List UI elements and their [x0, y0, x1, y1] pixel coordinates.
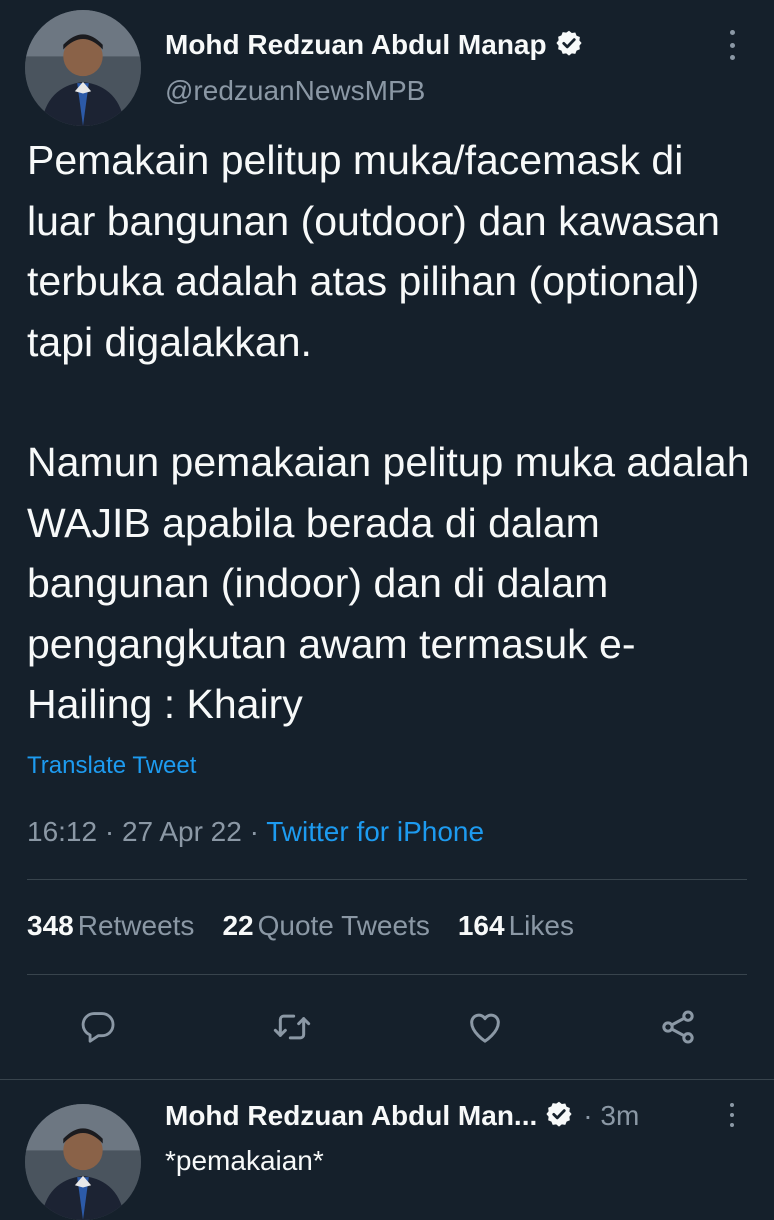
- quotes-count: 22: [222, 910, 254, 941]
- reply-icon[interactable]: [73, 1002, 123, 1052]
- verified-badge-icon: [545, 1100, 573, 1133]
- tweet-timestamp[interactable]: 16:12 · 27 Apr 22 ·: [27, 816, 266, 847]
- retweets-label: Retweets: [77, 910, 195, 941]
- retweets-count: 348: [27, 910, 74, 941]
- quotes-stat[interactable]: 22 Quote Tweets: [222, 910, 429, 942]
- more-vertical-icon[interactable]: [722, 1103, 742, 1127]
- verified-badge-icon: [555, 29, 583, 62]
- action-bar: [0, 1002, 774, 1052]
- tweet-stats: 348 Retweets 22 Quote Tweets 164 Likes: [27, 910, 602, 942]
- tweet-paragraph: Pemakain pelitup muka/facemask di luar b…: [27, 137, 720, 365]
- likes-stat[interactable]: 164 Likes: [458, 910, 574, 942]
- reply-header: Mohd Redzuan Abdul Man... · 3m: [165, 1098, 639, 1134]
- retweet-icon[interactable]: [267, 1002, 317, 1052]
- likes-label: Likes: [508, 910, 574, 941]
- author-name[interactable]: Mohd Redzuan Abdul Manap: [165, 29, 547, 61]
- author-handle[interactable]: @redzuanNewsMPB: [165, 75, 425, 107]
- avatar-photo: [25, 10, 141, 126]
- share-icon[interactable]: [653, 1002, 703, 1052]
- avatar-photo: [25, 1104, 141, 1220]
- divider: [0, 1079, 774, 1080]
- reply-avatar[interactable]: [25, 1104, 141, 1220]
- tweet-paragraph: Namun pemakaian pelitup muka adalah WAJI…: [27, 439, 750, 727]
- reply-author-name[interactable]: Mohd Redzuan Abdul Man...: [165, 1100, 537, 1132]
- quotes-label: Quote Tweets: [257, 910, 430, 941]
- translate-tweet-link[interactable]: Translate Tweet: [27, 752, 196, 780]
- author-avatar[interactable]: [25, 10, 141, 126]
- reply-time[interactable]: · 3m: [583, 1100, 639, 1132]
- tweet-meta: 16:12 · 27 Apr 22 · Twitter for iPhone: [27, 816, 484, 848]
- reply-text: *pemakaian*: [165, 1145, 324, 1176]
- divider: [27, 879, 747, 880]
- likes-count: 164: [457, 910, 505, 941]
- divider: [27, 974, 747, 975]
- tweet-text: Pemakain pelitup muka/facemask di luar b…: [27, 130, 757, 735]
- heart-icon[interactable]: [460, 1002, 510, 1052]
- more-vertical-icon[interactable]: [722, 30, 742, 60]
- author-name-row[interactable]: Mohd Redzuan Abdul Manap: [165, 27, 583, 63]
- retweets-stat[interactable]: 348 Retweets: [27, 910, 194, 942]
- tweet-source-link[interactable]: Twitter for iPhone: [266, 816, 484, 847]
